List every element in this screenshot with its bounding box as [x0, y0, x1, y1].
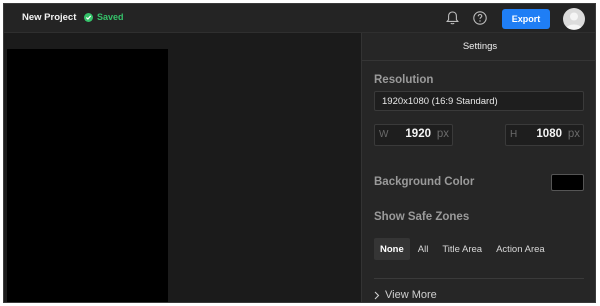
width-prefix: W [379, 129, 389, 140]
help-icon[interactable] [472, 10, 488, 31]
zone-option-title-area[interactable]: Title Area [436, 238, 488, 260]
canvas-preview[interactable] [7, 49, 168, 302]
background-color-swatch[interactable] [551, 174, 584, 191]
app-window: New Project Saved Export Settings Resolu… [3, 3, 596, 303]
width-input[interactable]: W 1920 px [374, 124, 453, 146]
view-more-toggle[interactable]: View More [374, 289, 437, 301]
height-value[interactable]: 1080 [536, 128, 562, 140]
safe-zones-options: None All Title Area Action Area [374, 238, 551, 260]
width-unit: px [436, 128, 449, 140]
safe-zones-label: Show Safe Zones [374, 211, 470, 223]
check-circle-icon [84, 12, 93, 22]
width-value[interactable]: 1920 [405, 128, 431, 140]
zone-option-none[interactable]: None [374, 238, 410, 260]
view-more-label: View More [385, 289, 437, 301]
height-input[interactable]: H 1080 px [505, 124, 584, 146]
bell-icon[interactable] [445, 10, 460, 31]
height-unit: px [567, 128, 580, 140]
project-title[interactable]: New Project [22, 12, 76, 23]
saved-label: Saved [97, 12, 124, 22]
saved-status: Saved [84, 12, 124, 22]
top-bar: New Project Saved Export [4, 4, 595, 33]
background-color-label: Background Color [374, 176, 475, 188]
chevron-right-icon [374, 291, 380, 299]
zone-option-all[interactable]: All [412, 238, 435, 260]
export-button[interactable]: Export [502, 9, 550, 29]
resolution-select[interactable]: 1920x1080 (16:9 Standard) [374, 91, 584, 111]
zone-option-action-area[interactable]: Action Area [490, 238, 551, 260]
user-avatar[interactable] [563, 8, 585, 30]
settings-panel: Settings Resolution 1920x1080 (16:9 Stan… [361, 33, 595, 302]
resolution-label: Resolution [374, 74, 434, 86]
height-prefix: H [510, 129, 518, 140]
settings-title: Settings [362, 33, 595, 61]
canvas-area[interactable] [4, 33, 361, 302]
divider [374, 278, 584, 279]
